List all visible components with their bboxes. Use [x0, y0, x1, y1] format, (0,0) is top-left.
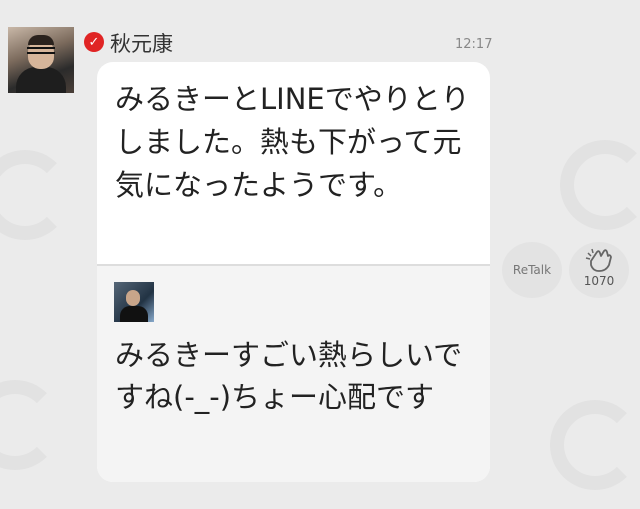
message-timestamp: 12:17	[455, 37, 493, 52]
clapping-hands-icon	[585, 248, 612, 272]
quoted-message-text: みるきーすごい熱らしいですね(-_-)ちょー心配です	[115, 338, 463, 414]
message-text: みるきーとLINEでやりとりしました。熱も下がって元気になったようです。	[115, 82, 470, 202]
background-pattern	[550, 400, 640, 490]
quoted-user-avatar[interactable]	[114, 282, 154, 322]
checkmark-badge-icon: ✓	[84, 32, 104, 52]
background-pattern	[0, 150, 70, 240]
retalk-button[interactable]: ReTalk	[502, 242, 562, 298]
background-pattern	[0, 380, 60, 470]
background-pattern	[560, 140, 640, 230]
sender-name[interactable]: 秋元康	[110, 28, 173, 58]
retalk-label: ReTalk	[512, 263, 552, 277]
like-button[interactable]: 1070	[569, 242, 629, 298]
message-bubble[interactable]: みるきーとLINEでやりとりしました。熱も下がって元気になったようです。 みるき…	[97, 62, 490, 482]
sender-avatar[interactable]	[8, 27, 74, 93]
quoted-message[interactable]: みるきーすごい熱らしいですね(-_-)ちょー心配です	[97, 266, 490, 482]
like-count: 1070	[583, 274, 615, 288]
